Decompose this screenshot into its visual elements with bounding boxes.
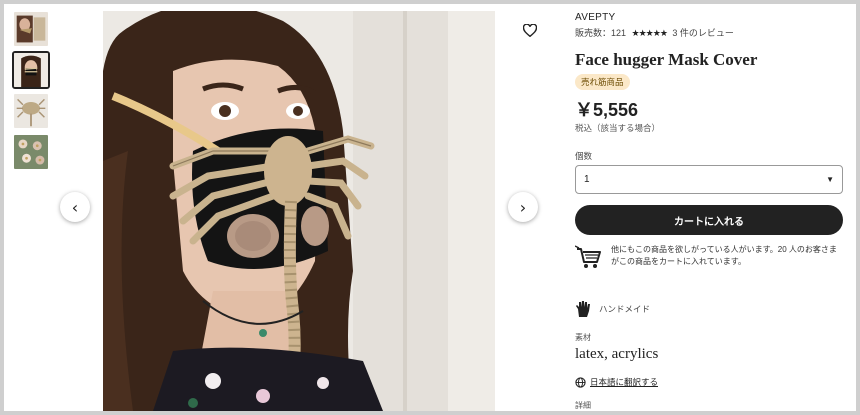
cart-demand-notice: 他にもこの商品を欲しがっている人がいます。20 人のお客さまがこの商品をカートに… [575, 244, 843, 272]
product-title: Face hugger Mask Cover [575, 50, 758, 69]
bestseller-badge: 売れ筋商品 [575, 74, 630, 90]
reviews-link[interactable]: 3 件のレビュー [672, 28, 734, 38]
chevron-down-icon: ▼ [826, 175, 834, 184]
next-image-button[interactable]: › [508, 192, 538, 222]
chevron-left-icon: ‹ [71, 197, 79, 217]
hand-icon [576, 301, 590, 317]
quantity-label: 個数 [575, 151, 593, 161]
materials-label: 素材 [575, 333, 591, 342]
quantity-value: 1 [584, 174, 590, 185]
thumbnail-4[interactable] [12, 133, 50, 171]
main-product-image [103, 11, 495, 411]
materials-value: latex, acrylics [575, 346, 659, 362]
thumbnail-3[interactable] [12, 92, 50, 130]
thumbnail-2[interactable] [12, 51, 50, 89]
translate-link[interactable]: 日本語に翻訳する [590, 376, 658, 388]
star-rating: ★★★★★ [631, 28, 668, 38]
shop-name-link[interactable]: AVEPTY [575, 12, 616, 23]
add-to-cart-button[interactable]: カートに入れる [575, 205, 843, 235]
quantity-select[interactable]: 1 ▼ [575, 165, 843, 194]
handmade-highlight: ハンドメイド [575, 300, 650, 318]
translate-row: 日本語に翻訳する [575, 376, 658, 388]
favorite-button[interactable] [520, 20, 540, 40]
thumbnail-1[interactable] [12, 10, 50, 48]
price: ￥5,556 [575, 100, 639, 120]
sales-and-rating: 販売数：121 ★★★★★ 3 件のレビュー [575, 26, 734, 39]
chevron-right-icon: › [519, 197, 527, 217]
details-label: 詳細 [575, 401, 591, 410]
thumbnail-strip [12, 10, 54, 174]
globe-icon [575, 376, 586, 388]
handmade-label: ハンドメイド [599, 304, 651, 314]
product-page: ‹ › AVEPTY 販売数：121 ★★★★★ 3 件のレビュー Face h… [4, 4, 856, 411]
tax-note: 税込（該当する場合） [575, 123, 661, 133]
shopping-cart-icon [575, 245, 601, 268]
sales-count: 販売数：121 [575, 28, 627, 38]
cart-demand-text: 他にもこの商品を欲しがっている人がいます。20 人のお客さまがこの商品をカートに… [611, 245, 837, 266]
previous-image-button[interactable]: ‹ [60, 192, 90, 222]
heart-icon [523, 23, 537, 37]
